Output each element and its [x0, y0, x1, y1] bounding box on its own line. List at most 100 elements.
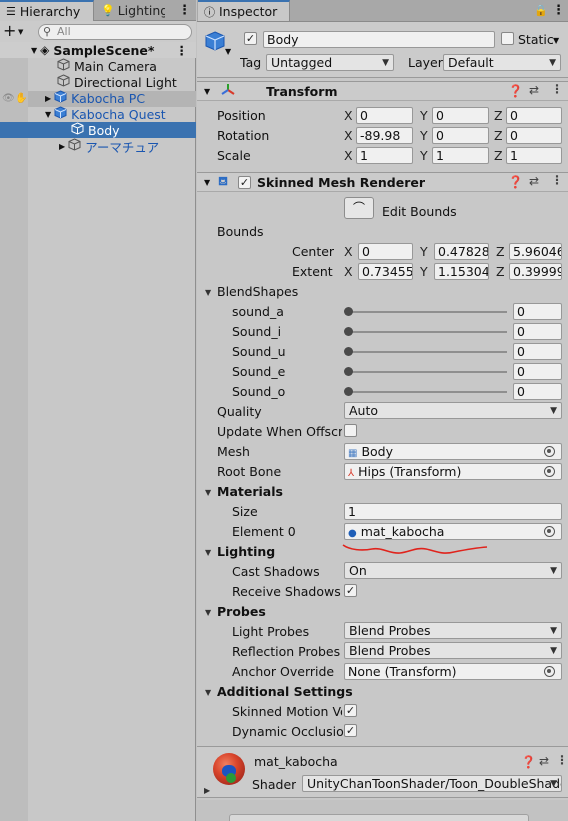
- component-menu-icon[interactable]: ⋮: [551, 82, 563, 96]
- rotation-z-field[interactable]: 0: [506, 127, 562, 144]
- tag-dropdown[interactable]: Untagged: [266, 54, 394, 71]
- blendshape-value-field[interactable]: 0: [513, 383, 562, 400]
- blendshape-slider-track[interactable]: [348, 391, 507, 393]
- tab-lighting[interactable]: 💡 Lighting: [95, 0, 165, 21]
- center-z-field[interactable]: 5.960464: [509, 243, 562, 260]
- chevron-down-icon[interactable]: ▼: [18, 28, 23, 36]
- blendshape-value-field[interactable]: 0: [513, 303, 562, 320]
- foldout-arrow-icon[interactable]: ▼: [205, 488, 211, 497]
- object-picker-icon[interactable]: [544, 446, 555, 457]
- anchor-override-field[interactable]: None (Transform): [344, 663, 562, 680]
- preset-sliders-icon[interactable]: ⇄: [529, 174, 539, 188]
- mesh-field[interactable]: ▦ Body: [344, 443, 562, 460]
- dynamic-occlusion-checkbox[interactable]: ✓: [344, 724, 357, 737]
- lock-icon[interactable]: 🔒: [534, 4, 548, 17]
- material-preview-sphere[interactable]: [213, 753, 245, 785]
- rotation-x-field[interactable]: -89.98: [356, 127, 413, 144]
- extent-x-field[interactable]: 0.73455: [358, 263, 413, 280]
- blendshape-slider-knob[interactable]: [344, 367, 353, 376]
- center-x-field[interactable]: 0: [358, 243, 413, 260]
- add-component-button[interactable]: [229, 814, 529, 821]
- expand-arrow-icon[interactable]: ▼: [45, 110, 51, 119]
- blendshape-value-field[interactable]: 0: [513, 363, 562, 380]
- smr-enabled-checkbox[interactable]: ✓: [238, 176, 251, 189]
- element0-field[interactable]: ● mat_kabocha: [344, 523, 562, 540]
- scene-row[interactable]: ▼ ◈ SampleScene* ⋮: [0, 42, 196, 58]
- position-z-field[interactable]: 0: [506, 107, 562, 124]
- foldout-arrow-icon[interactable]: ▼: [204, 87, 210, 96]
- component-menu-icon[interactable]: ⋮: [551, 173, 563, 187]
- tree-item-kabocha-quest[interactable]: ▼ Kabocha Quest: [0, 106, 196, 122]
- blendshape-value-field[interactable]: 0: [513, 343, 562, 360]
- edit-bounds-icon: ⌒: [352, 201, 365, 215]
- blendshape-slider-knob[interactable]: [344, 327, 353, 336]
- help-icon[interactable]: ❓: [508, 175, 523, 189]
- tab-inspector[interactable]: ⓘ Inspector: [198, 0, 290, 21]
- object-picker-icon[interactable]: [544, 466, 555, 477]
- skinned-motion-checkbox[interactable]: ✓: [344, 704, 357, 717]
- position-x-field[interactable]: 0: [356, 107, 413, 124]
- quality-dropdown[interactable]: Auto: [344, 402, 562, 419]
- foldout-arrow-icon[interactable]: ▼: [205, 288, 211, 297]
- reflection-probes-dropdown[interactable]: Blend Probes: [344, 642, 562, 659]
- static-checkbox[interactable]: [501, 32, 514, 45]
- edit-bounds-button[interactable]: ⌒: [344, 197, 374, 219]
- blendshape-slider-knob[interactable]: [344, 307, 353, 316]
- scene-menu-icon[interactable]: ⋮: [176, 43, 189, 58]
- tree-item-armature[interactable]: ▶ アーマチュア: [0, 138, 196, 155]
- object-picker-icon[interactable]: [544, 666, 555, 677]
- add-plus-icon[interactable]: +: [3, 22, 16, 40]
- help-icon[interactable]: ❓: [508, 84, 523, 98]
- help-icon[interactable]: ❓: [521, 755, 536, 769]
- rotation-y-field[interactable]: 0: [432, 127, 489, 144]
- blendshape-slider-knob[interactable]: [344, 347, 353, 356]
- foldout-arrow-icon[interactable]: ▼: [205, 608, 211, 617]
- tree-item-kabocha-pc[interactable]: 👁 ✋ ▶ Kabocha PC: [0, 90, 196, 106]
- foldout-arrow-icon[interactable]: ▼: [205, 548, 211, 557]
- scale-y-field[interactable]: 1: [432, 147, 489, 164]
- component-menu-icon[interactable]: ⋮: [556, 753, 568, 767]
- gameobject-icon[interactable]: [205, 30, 227, 57]
- pickable-hand-icon[interactable]: ✋: [15, 93, 27, 104]
- light-probes-dropdown[interactable]: Blend Probes: [344, 622, 562, 639]
- blendshape-slider-track[interactable]: [348, 331, 507, 333]
- expand-arrow-icon[interactable]: ▶: [59, 142, 65, 151]
- blendshape-slider-track[interactable]: [348, 351, 507, 353]
- blendshape-slider-track[interactable]: [348, 371, 507, 373]
- static-dropdown-arrow-icon[interactable]: ▼: [553, 36, 559, 45]
- foldout-arrow-icon[interactable]: ▶: [204, 786, 210, 795]
- preset-sliders-icon[interactable]: ⇄: [529, 83, 539, 97]
- materials-size-field[interactable]: 1: [344, 503, 562, 520]
- preset-sliders-icon[interactable]: ⇄: [539, 754, 549, 768]
- visibility-eye-icon[interactable]: 👁: [2, 93, 15, 104]
- foldout-arrow-icon[interactable]: ▼: [205, 688, 211, 697]
- position-y-field[interactable]: 0: [432, 107, 489, 124]
- more-options-icon[interactable]: ⋮: [178, 3, 191, 18]
- foldout-arrow-icon[interactable]: ▼: [204, 178, 210, 187]
- tree-item-directional-light[interactable]: Directional Light: [0, 74, 196, 90]
- scale-z-field[interactable]: 1: [506, 147, 562, 164]
- center-y-field[interactable]: 0.478287: [434, 243, 489, 260]
- object-name-field[interactable]: Body: [263, 31, 495, 48]
- tree-item-main-camera[interactable]: Main Camera: [0, 58, 196, 74]
- expand-arrow-icon[interactable]: ▼: [31, 46, 37, 55]
- search-input[interactable]: ⚲ All: [38, 24, 192, 40]
- object-picker-icon[interactable]: [544, 526, 555, 537]
- layer-dropdown[interactable]: Default: [443, 54, 561, 71]
- expand-arrow-icon[interactable]: ▶: [45, 94, 51, 103]
- root-bone-field[interactable]: ⅄ Hips (Transform): [344, 463, 562, 480]
- receive-shadows-checkbox[interactable]: ✓: [344, 584, 357, 597]
- cast-shadows-dropdown[interactable]: On: [344, 562, 562, 579]
- active-checkbox[interactable]: ✓: [244, 32, 257, 45]
- scale-x-field[interactable]: 1: [356, 147, 413, 164]
- blendshape-slider-knob[interactable]: [344, 387, 353, 396]
- blendshape-slider-track[interactable]: [348, 311, 507, 313]
- tab-hierarchy[interactable]: ☰ Hierarchy: [0, 0, 94, 21]
- update-offscreen-checkbox[interactable]: [344, 424, 357, 437]
- icon-dropdown-arrow-icon[interactable]: ▼: [225, 47, 231, 56]
- extent-y-field[interactable]: 1.153047: [434, 263, 489, 280]
- extent-z-field[interactable]: 0.399999: [509, 263, 562, 280]
- more-options-icon[interactable]: ⋮: [552, 3, 565, 18]
- blendshape-value-field[interactable]: 0: [513, 323, 562, 340]
- shader-dropdown[interactable]: UnityChanToonShader/Toon_DoubleShadeWith…: [302, 775, 562, 792]
